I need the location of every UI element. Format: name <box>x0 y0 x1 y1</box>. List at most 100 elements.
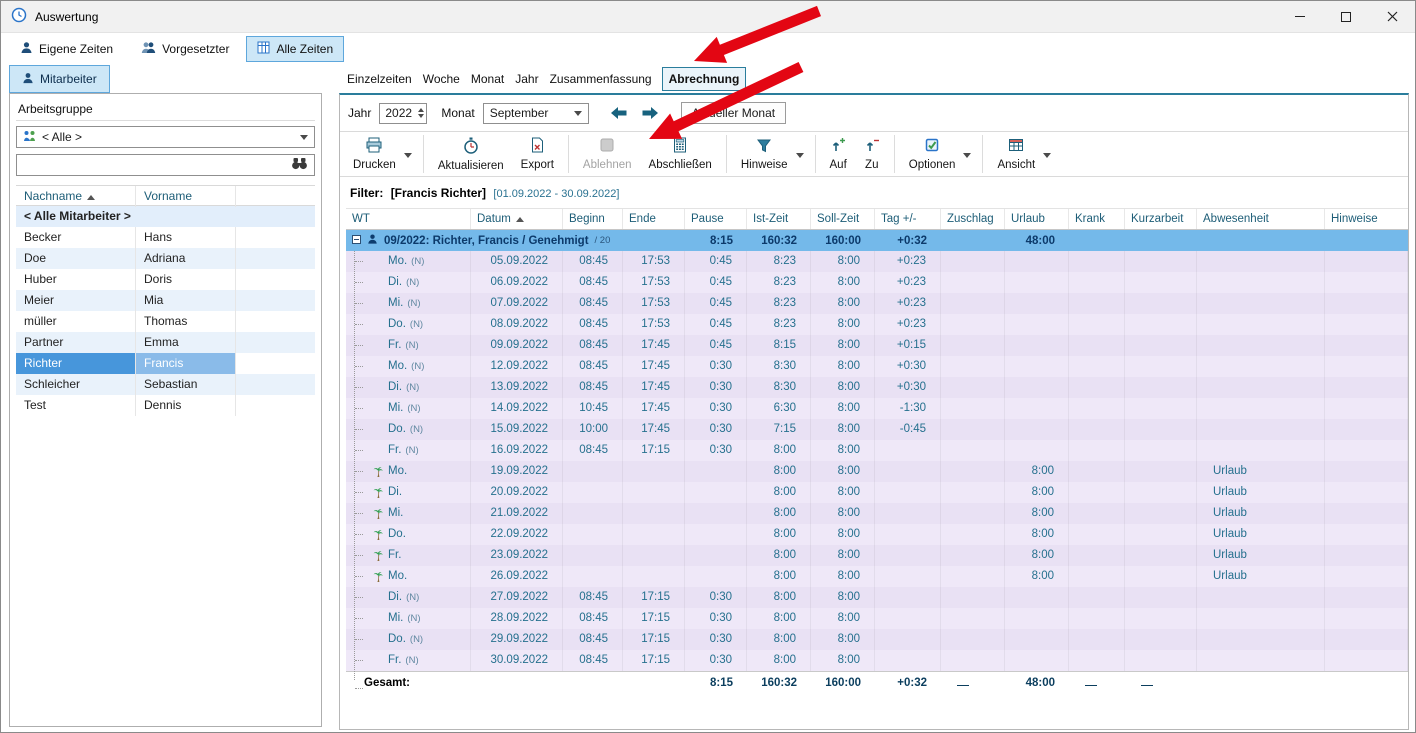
year-spinner[interactable]: 2022 <box>379 103 427 124</box>
timesheet-row[interactable]: Do.(N)15.09.202210:0017:450:307:158:00-0… <box>346 419 1408 440</box>
employee-search-input[interactable] <box>23 158 291 172</box>
spin-up-icon[interactable] <box>418 108 424 112</box>
cell-ist: 8:00 <box>747 629 811 650</box>
employee-row[interactable]: HuberDoris <box>16 269 315 290</box>
timesheet-row[interactable]: Di.(N)27.09.202208:4517:150:308:008:00 <box>346 587 1408 608</box>
tab-woche[interactable]: Woche <box>422 68 461 90</box>
column-header-abwesenheit[interactable]: Abwesenheit <box>1197 209 1325 229</box>
chevron-down-icon[interactable] <box>403 147 416 161</box>
timesheet-row[interactable]: Mi.21.09.20228:008:008:00Urlaub <box>346 503 1408 524</box>
monat-label: Monat <box>441 106 474 120</box>
timesheet-row[interactable]: Fr.(N)30.09.202208:4517:150:308:008:00 <box>346 650 1408 671</box>
cell-hinweise <box>1325 314 1408 335</box>
drucken-button[interactable]: Drucken <box>346 134 416 174</box>
spin-down-icon[interactable] <box>418 114 424 118</box>
timesheet-row[interactable]: Mi.(N)14.09.202210:4517:450:306:308:00-1… <box>346 398 1408 419</box>
column-header-krank[interactable]: Krank <box>1069 209 1125 229</box>
cell-zuschlag <box>941 629 1005 650</box>
binoculars-icon[interactable] <box>291 157 308 173</box>
cell-urlaub: 8:00 <box>1005 566 1069 587</box>
aktualisieren-button[interactable]: Aktualisieren <box>431 134 511 175</box>
employee-row[interactable]: MeierMia <box>16 290 315 311</box>
employee-row[interactable]: TestDennis <box>16 395 315 416</box>
column-header-kurzarbeit[interactable]: Kurzarbeit <box>1125 209 1197 229</box>
column-header-ist-zeit[interactable]: Ist-Zeit <box>747 209 811 229</box>
employee-row[interactable]: SchleicherSebastian <box>16 374 315 395</box>
current-month-button[interactable]: Aktueller Monat <box>681 102 786 124</box>
scope-vorgesetzter[interactable]: Vorgesetzter <box>130 36 240 62</box>
timesheet-row[interactable]: Fr.(N)16.09.202208:4517:150:308:008:00 <box>346 440 1408 461</box>
timesheet-row[interactable]: Mi.(N)28.09.202208:4517:150:308:008:00 <box>346 608 1408 629</box>
column-header-soll-zeit[interactable]: Soll-Zeit <box>811 209 875 229</box>
previous-month-button[interactable] <box>607 102 631 124</box>
employee-row[interactable]: RichterFrancis <box>16 353 315 374</box>
cell-soll: 8:00 <box>811 482 875 503</box>
optionen-button[interactable]: Optionen <box>902 134 976 174</box>
hinweise-button[interactable]: Hinweise <box>734 135 808 174</box>
cell-beginn: 08:45 <box>563 608 623 629</box>
column-header-datum[interactable]: Datum <box>471 209 563 229</box>
tab-zusammenfassung[interactable]: Zusammenfassung <box>549 68 653 90</box>
timesheet-row[interactable]: Di.20.09.20228:008:008:00Urlaub <box>346 482 1408 503</box>
collapse-icon[interactable] <box>352 235 361 247</box>
timesheet-row[interactable]: Do.(N)29.09.202208:4517:150:308:008:00 <box>346 629 1408 650</box>
export-button[interactable]: Export <box>514 134 561 174</box>
employee-row[interactable]: PartnerEmma <box>16 332 315 353</box>
tab-abrechnung[interactable]: Abrechnung <box>662 67 747 91</box>
cell-datum: 06.09.2022 <box>471 272 563 293</box>
timesheet-row[interactable]: Mi.(N)07.09.202208:4517:530:458:238:00+0… <box>346 293 1408 314</box>
timesheet-row[interactable]: Di.(N)06.09.202208:4517:530:458:238:00+0… <box>346 272 1408 293</box>
tab-monat[interactable]: Monat <box>470 68 505 90</box>
column-header-beginn[interactable]: Beginn <box>563 209 623 229</box>
scope-alle-zeiten[interactable]: Alle Zeiten <box>246 36 344 62</box>
group-row[interactable]: 09/2022: Richter, Francis / Genehmigt / … <box>346 230 1408 251</box>
cell-ende <box>623 545 685 566</box>
cell-kurzarbeit <box>1125 587 1197 608</box>
chevron-down-icon[interactable] <box>1042 147 1055 161</box>
tab-jahr[interactable]: Jahr <box>514 68 539 90</box>
vacation-palm-icon <box>372 487 388 499</box>
cell-datum: 14.09.2022 <box>471 398 563 419</box>
close-button[interactable] <box>1369 1 1415 33</box>
tab-einzelzeiten[interactable]: Einzelzeiten <box>346 68 413 90</box>
timesheet-row[interactable]: Di.(N)13.09.202208:4517:450:308:308:00+0… <box>346 377 1408 398</box>
chevron-down-icon[interactable] <box>962 147 975 161</box>
employee-row[interactable]: BeckerHans <box>16 227 315 248</box>
column-header-pause[interactable]: Pause <box>685 209 747 229</box>
column-header-tag-[interactable]: Tag +/- <box>875 209 941 229</box>
window-controls <box>1277 1 1415 33</box>
tab-mitarbeiter[interactable]: Mitarbeiter <box>9 65 110 93</box>
column-header-wt[interactable]: WT <box>346 209 471 229</box>
timesheet-row[interactable]: Fr.23.09.20228:008:008:00Urlaub <box>346 545 1408 566</box>
arbeitsgruppe-select[interactable]: < Alle > <box>16 126 315 148</box>
filter-range: [01.09.2022 - 30.09.2022] <box>493 188 619 200</box>
next-month-button[interactable] <box>639 102 663 124</box>
abschliessen-button[interactable]: Abschließen <box>642 134 719 174</box>
zu-button[interactable]: Zu <box>857 134 887 174</box>
column-header-nachname[interactable]: Nachname <box>16 186 136 207</box>
employee-row[interactable]: DoeAdriana <box>16 248 315 269</box>
employee-row[interactable]: müllerThomas <box>16 311 315 332</box>
grid-icon <box>257 41 270 57</box>
timesheet-row[interactable]: Do.(N)08.09.202208:4517:530:458:238:00+0… <box>346 314 1408 335</box>
timesheet-row[interactable]: Mo.19.09.20228:008:008:00Urlaub <box>346 461 1408 482</box>
column-header-ende[interactable]: Ende <box>623 209 685 229</box>
auf-button[interactable]: Auf <box>823 134 854 174</box>
all-employees-row[interactable]: < Alle Mitarbeiter > <box>16 206 315 227</box>
column-header-hinweise[interactable]: Hinweise <box>1325 209 1408 229</box>
ansicht-button[interactable]: Ansicht <box>990 134 1055 174</box>
timesheet-row[interactable]: Mo.(N)05.09.202208:4517:530:458:238:00+0… <box>346 251 1408 272</box>
timesheet-row[interactable]: Do.22.09.20228:008:008:00Urlaub <box>346 524 1408 545</box>
cell-kurzarbeit <box>1125 251 1197 272</box>
scope-eigene-zeiten[interactable]: Eigene Zeiten <box>9 36 124 62</box>
minimize-button[interactable] <box>1277 1 1323 33</box>
chevron-down-icon[interactable] <box>795 147 808 161</box>
timesheet-row[interactable]: Mo.(N)12.09.202208:4517:450:308:308:00+0… <box>346 356 1408 377</box>
column-header-vorname[interactable]: Vorname <box>136 186 236 207</box>
column-header-urlaub[interactable]: Urlaub <box>1005 209 1069 229</box>
timesheet-row[interactable]: Fr.(N)09.09.202208:4517:450:458:158:00+0… <box>346 335 1408 356</box>
month-select[interactable]: September <box>483 103 589 124</box>
maximize-button[interactable] <box>1323 1 1369 33</box>
timesheet-row[interactable]: Mo.26.09.20228:008:008:00Urlaub <box>346 566 1408 587</box>
column-header-zuschlag[interactable]: Zuschlag <box>941 209 1005 229</box>
